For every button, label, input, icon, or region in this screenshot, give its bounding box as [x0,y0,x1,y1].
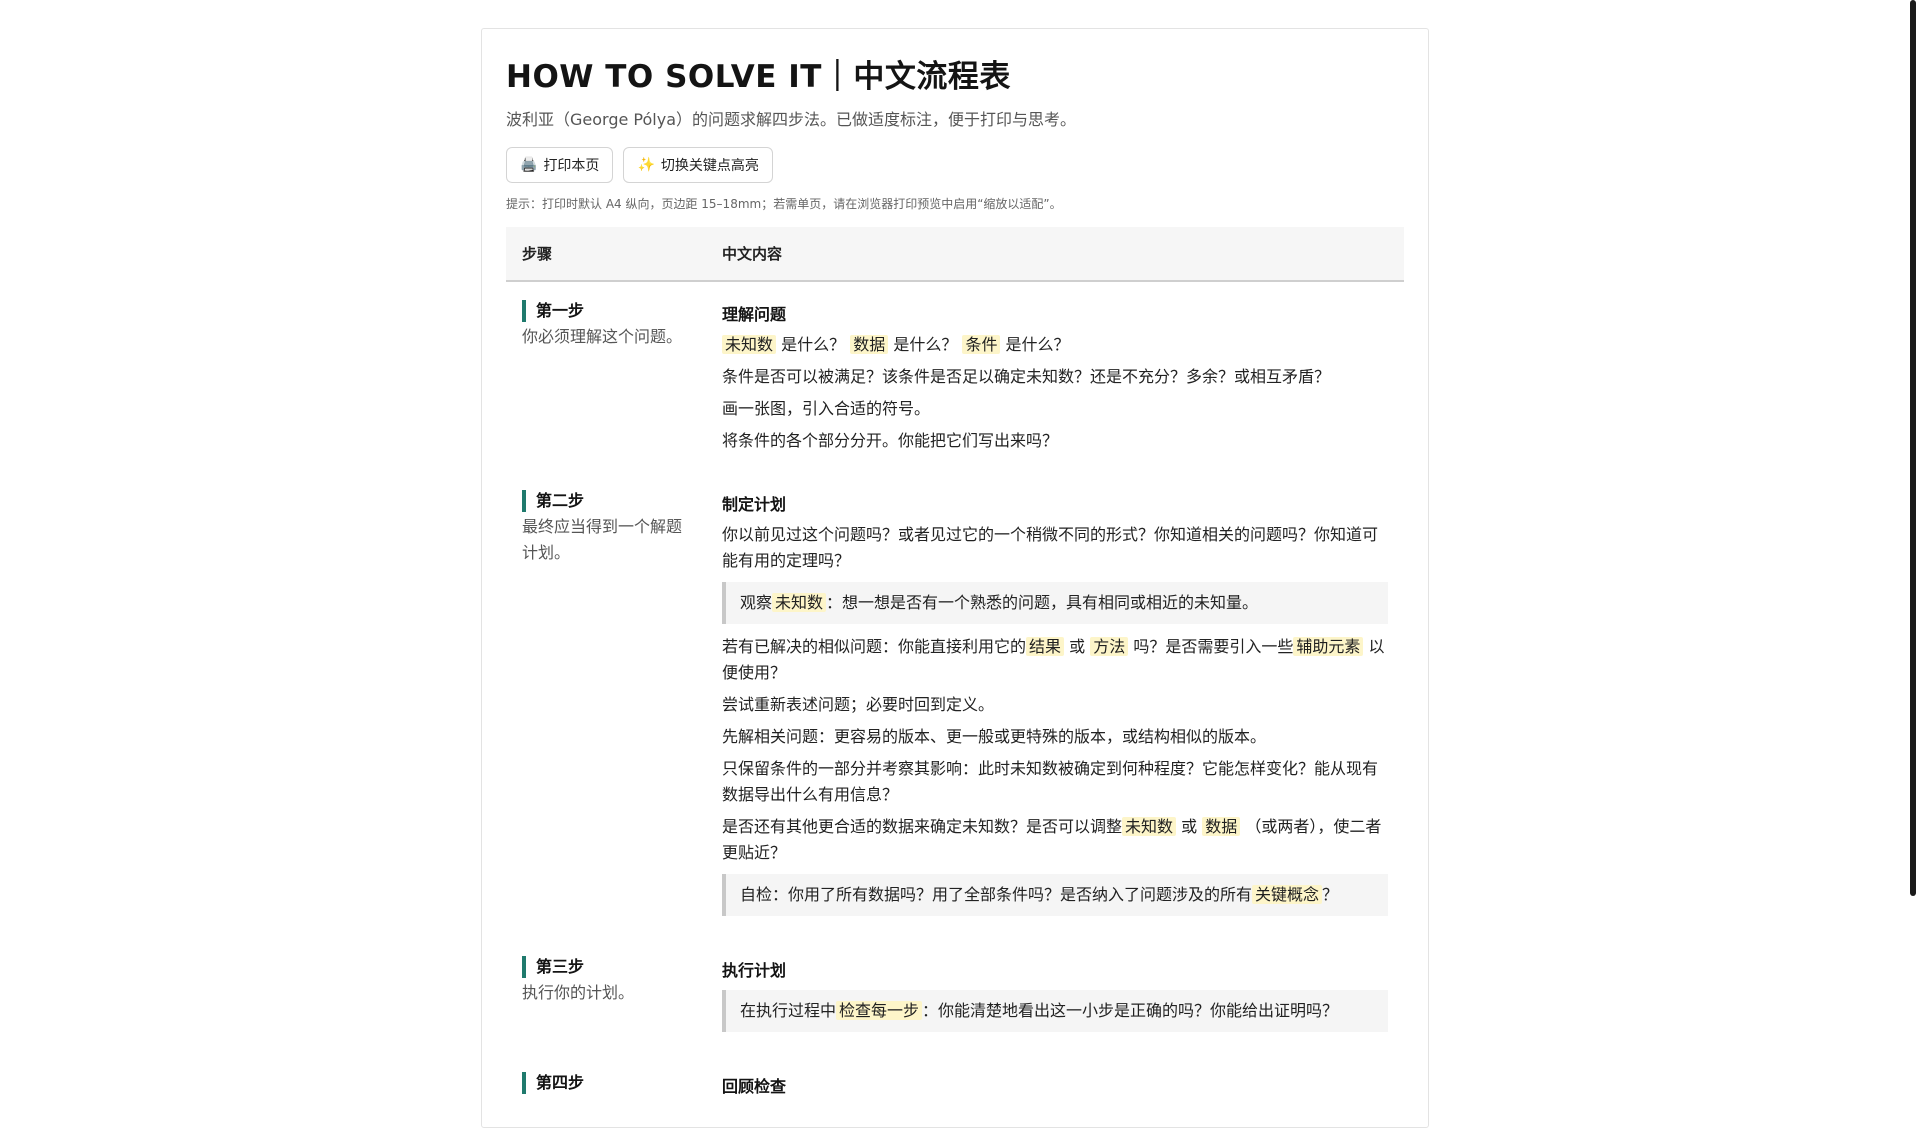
section-heading: 制定计划 [722,495,787,514]
callout: 在执行过程中 检查每一步 ：你能清楚地看出这一小步是正确的吗？你能给出证明吗？ [722,990,1388,1032]
column-header-content: 中文内容 [706,227,1404,282]
highlight: 条件 [962,335,1001,354]
table-row: 第三步 执行你的计划。 执行计划 在执行过程中 检查每一步 ：你能清楚地看出这一小步… [506,938,1404,1054]
scrollbar[interactable] [1910,0,1916,896]
callout: 自检：你用了所有数据吗？用了全部条件吗？是否纳入了问题涉及的所有 关键概念？ [722,874,1388,916]
highlight: 辅助元素 [1293,637,1364,656]
paragraph: 若有已解决的相似问题：你能直接利用它的 结果 或 方法 吗？是否需要引入一些 辅助元… [722,634,1388,686]
text: 若有已解决的相似问题：你能直接利用它的 [722,637,1027,656]
table-row: 第一步 你必须理解这个问题。 理解问题 未知数 是什么？ 数据 是什么？ 条件 … [506,281,1404,472]
step-cell: 第三步 执行你的计划。 [506,938,706,1054]
section-heading: 回顾检查 [722,1077,787,1096]
step-label: 第一步 [522,300,690,322]
steps-table: 步骤 中文内容 第一步 你必须理解这个问题。 理解问题 未知数 是什么？ 数据 … [506,227,1404,1116]
column-header-step: 步骤 [506,227,706,282]
paragraph: 是否还有其他更合适的数据来确定未知数？是否可以调整 未知数 或 数据 （或两者），… [722,814,1388,866]
text: 是什么？ [893,335,958,354]
paragraph: 先解相关问题：更容易的版本、更一般或更特殊的版本，或结构相似的版本。 [722,727,1267,746]
text: 吗？是否需要引入一些 [1133,637,1294,656]
step-description: 执行你的计划。 [522,983,635,1002]
paragraph: 只保留条件的一部分并考察其影响：此时未知数被确定到何种程度？它能怎样变化？能从现… [722,759,1379,804]
step-label: 第四步 [522,1072,690,1094]
table-header-row: 步骤 中文内容 [506,227,1404,282]
text: 是什么？ [1005,335,1070,354]
step-label: 第三步 [522,956,690,978]
highlight: 关键概念 [1252,885,1323,904]
paragraph: 条件是否可以被满足？该条件是否足以确定未知数？还是不充分？多余？或相互矛盾？ [722,367,1331,386]
text: 在执行过程中 [740,1001,837,1020]
step-cell: 第一步 你必须理解这个问题。 [506,281,706,472]
highlight: 结果 [1026,637,1065,656]
highlight: 数据 [1202,817,1241,836]
highlight: 数据 [850,335,889,354]
highlight: 检查每一步 [836,1001,923,1020]
text: 自检：你用了所有数据吗？用了全部条件吗？是否纳入了问题涉及的所有 [740,885,1253,904]
print-button[interactable]: 🖨️ 打印本页 [506,147,614,183]
table-row: 第四步 回顾检查 [506,1054,1404,1116]
document-sheet: HOW TO SOLVE IT｜中文流程表 波利亚（George Pólya）的… [481,28,1429,1128]
paragraph: 画一张图，引入合适的符号。 [722,399,931,418]
step-cell: 第二步 最终应当得到一个解题计划。 [506,472,706,938]
text: 是否还有其他更合适的数据来确定未知数？是否可以调整 [722,817,1123,836]
section-heading: 执行计划 [722,961,787,980]
text: 观察 [740,593,773,612]
paragraph: 将条件的各个部分分开。你能把它们写出来吗？ [722,431,1059,450]
highlight: 未知数 [772,593,827,612]
text: ？ [1322,885,1339,904]
content-cell: 执行计划 在执行过程中 检查每一步 ：你能清楚地看出这一小步是正确的吗？你能给出证明… [706,938,1404,1054]
sparkles-icon: ✨ [637,157,655,173]
step-description: 你必须理解这个问题。 [522,327,683,346]
step-label: 第二步 [522,490,690,512]
step-cell: 第四步 [506,1054,706,1116]
step-description: 最终应当得到一个解题计划。 [522,517,683,562]
page-subtitle: 波利亚（George Pólya）的问题求解四步法。已做适度标注，便于打印与思考… [506,110,1077,129]
highlight: 未知数 [722,335,777,354]
content-cell: 制定计划 你以前见过这个问题吗？或者见过它的一个稍微不同的形式？你知道相关的问题… [706,472,1404,938]
content-cell: 回顾检查 [706,1054,1404,1116]
page-title: HOW TO SOLVE IT｜中文流程表 [506,59,1011,95]
text: ：想一想是否有一个熟悉的问题，具有相同或相近的未知量。 [826,593,1259,612]
highlight: 方法 [1090,637,1129,656]
print-button-label: 打印本页 [543,158,600,174]
table-row: 第二步 最终应当得到一个解题计划。 制定计划 你以前见过这个问题吗？或者见过它的… [506,472,1404,938]
section-heading: 理解问题 [722,305,787,324]
paragraph: 你以前见过这个问题吗？或者见过它的一个稍微不同的形式？你知道相关的问题吗？你知道… [722,525,1379,570]
toolbar: 🖨️ 打印本页 ✨ 切换关键点高亮 [506,147,1404,183]
text: 或 [1069,637,1086,656]
content-cell: 理解问题 未知数 是什么？ 数据 是什么？ 条件 是什么？ 条件是否可以被满足？… [706,281,1404,472]
print-hint: 提示：打印时默认 A4 纵向，页边距 15–18mm；若需单页，请在浏览器打印预… [506,197,1062,211]
text: 或 [1181,817,1198,836]
callout: 观察 未知数 ：想一想是否有一个熟悉的问题，具有相同或相近的未知量。 [722,582,1388,624]
printer-icon: 🖨️ [520,157,538,173]
text: ：你能清楚地看出这一小步是正确的吗？你能给出证明吗？ [922,1001,1339,1020]
text: 是什么？ [781,335,846,354]
paragraph: 未知数 是什么？ 数据 是什么？ 条件 是什么？ [722,332,1388,358]
highlight: 未知数 [1122,817,1177,836]
paragraph: 尝试重新表述问题；必要时回到定义。 [722,695,995,714]
toggle-highlight-label: 切换关键点高亮 [660,158,759,174]
toggle-highlight-button[interactable]: ✨ 切换关键点高亮 [623,147,773,183]
